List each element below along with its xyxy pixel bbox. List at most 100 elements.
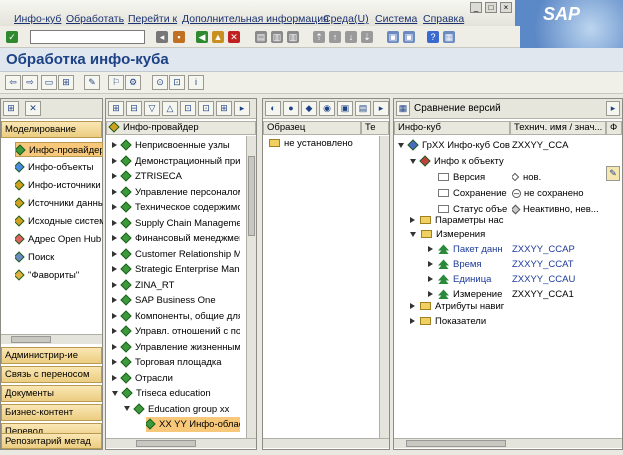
- expand-right-icon[interactable]: [428, 291, 433, 298]
- expand-right-icon[interactable]: [112, 173, 117, 180]
- tree-settings-icon[interactable]: ⊞: [216, 101, 232, 116]
- tree-node[interactable]: Education group xx: [124, 402, 240, 417]
- nav-item-source-systems[interactable]: Исходные системы: [15, 214, 103, 229]
- nav-section-admin[interactable]: Администрир-ие: [1, 347, 102, 364]
- nav-item-favorites[interactable]: "Фавориты": [15, 268, 103, 283]
- nav-section-metadata-repository[interactable]: Репозитарий метад: [1, 433, 102, 449]
- template-new-icon[interactable]: ◐: [265, 101, 281, 116]
- expand-right-icon[interactable]: [112, 297, 117, 304]
- template-settings-icon[interactable]: ▣: [337, 101, 353, 116]
- nav-item-infoprovider[interactable]: Инфо-провайдер: [15, 142, 103, 157]
- tree-filter-icon[interactable]: ▽: [144, 101, 160, 116]
- tree-node[interactable]: ZTRISECA: [112, 169, 240, 184]
- nav-section-modeling[interactable]: Моделирование: [1, 121, 102, 138]
- tree-expand-icon[interactable]: ⊞: [108, 101, 124, 116]
- tree-node[interactable]: Демонстрационный приме: [112, 154, 240, 169]
- version-compare-icon[interactable]: ▦: [396, 101, 410, 116]
- detail-row[interactable]: ГрХХ Инфо-куб Сов ZXXYY_CCA: [394, 138, 606, 153]
- tree-node[interactable]: Компоненты, общие для вс: [112, 309, 240, 324]
- activate-icon[interactable]: ⚐: [108, 75, 124, 90]
- menu-environment[interactable]: Среда(U): [323, 13, 369, 25]
- expand-right-icon[interactable]: [428, 246, 433, 253]
- template-vscrollbar[interactable]: [379, 136, 389, 438]
- nav-item-infoobjects[interactable]: Инфо-объекты: [15, 160, 103, 175]
- back-icon[interactable]: ◀: [196, 31, 208, 43]
- nav-forward-icon[interactable]: ⇨: [22, 75, 38, 90]
- next-page-icon[interactable]: ↓: [345, 31, 357, 43]
- expand-right-icon[interactable]: [112, 281, 117, 288]
- tree-node[interactable]: Customer Relationship Man: [112, 247, 240, 262]
- tree-node[interactable]: Управление персоналом: [112, 185, 240, 200]
- menu-system[interactable]: Система: [375, 13, 417, 25]
- template-more-icon[interactable]: ▸: [373, 101, 389, 116]
- nav-back-icon[interactable]: ⇦: [5, 75, 21, 90]
- tree-node[interactable]: Управл. отношений с поста: [112, 324, 240, 339]
- command-dropdown-icon[interactable]: ◂: [156, 31, 168, 43]
- tree-collapse-icon[interactable]: ⊟: [126, 101, 142, 116]
- detail-row[interactable]: Версия нов.: [394, 170, 606, 185]
- find-icon[interactable]: ▥: [271, 31, 283, 43]
- template-list-icon[interactable]: ▤: [355, 101, 371, 116]
- nav-item-search[interactable]: Поиск: [15, 250, 103, 265]
- expand-down-icon[interactable]: [410, 231, 416, 237]
- template-cube-icon[interactable]: ◆: [301, 101, 317, 116]
- find-next-icon[interactable]: ▥: [287, 31, 299, 43]
- template-row[interactable]: не установлено: [269, 136, 379, 151]
- expand-down-icon[interactable]: [124, 406, 130, 412]
- save-icon[interactable]: ▪: [173, 31, 185, 43]
- expand-down-icon[interactable]: [398, 142, 404, 148]
- detail-column-f[interactable]: Ф: [606, 121, 622, 135]
- enter-icon[interactable]: ✓: [6, 31, 18, 43]
- expand-right-icon[interactable]: [112, 312, 117, 319]
- detail-row[interactable]: Параметры нас: [394, 213, 606, 228]
- expand-right-icon[interactable]: [112, 204, 117, 211]
- detail-row[interactable]: Время ZXXYY_CCAT: [394, 257, 606, 272]
- expand-right-icon[interactable]: [112, 142, 117, 149]
- tree-node[interactable]: Торговая площадка: [112, 355, 240, 370]
- tree-find-icon[interactable]: ⊡: [180, 101, 196, 116]
- tree-node[interactable]: Strategic Enterprise Manage: [112, 262, 240, 277]
- nav-section-business-content[interactable]: Бизнес-контент: [1, 404, 102, 421]
- network-icon[interactable]: ⊡: [169, 75, 185, 90]
- expand-right-icon[interactable]: [112, 219, 117, 226]
- expand-right-icon[interactable]: [112, 250, 117, 257]
- nav-item-datasources[interactable]: Источники данных: [15, 196, 103, 211]
- command-field[interactable]: [30, 30, 145, 44]
- close-icon[interactable]: ×: [500, 2, 512, 13]
- help-icon[interactable]: ?: [427, 31, 439, 43]
- menu-help[interactable]: Справка: [423, 13, 464, 25]
- detail-row[interactable]: Показатели: [394, 314, 606, 329]
- check-icon[interactable]: ⚙: [125, 75, 141, 90]
- detail-row[interactable]: Единица ZXXYY_CCAU: [394, 272, 606, 287]
- template-hscrollbar[interactable]: [263, 438, 389, 448]
- tree-node[interactable]: SAP Business One: [112, 293, 240, 308]
- expand-right-icon[interactable]: [112, 343, 117, 350]
- detail-column-techname[interactable]: Технич. имя / знач...: [510, 121, 606, 135]
- nav-item-open-hub[interactable]: Адрес Open Hub: [15, 232, 103, 247]
- detail-edit-icon[interactable]: ✎: [606, 166, 620, 181]
- tree-up-icon[interactable]: △: [162, 101, 178, 116]
- last-page-icon[interactable]: ⇣: [361, 31, 373, 43]
- template-info-icon[interactable]: ●: [283, 101, 299, 116]
- expand-right-icon[interactable]: [112, 359, 117, 366]
- shortcut-icon[interactable]: ▣: [403, 31, 415, 43]
- menu-goto[interactable]: Перейти к: [128, 13, 177, 25]
- maximize-icon[interactable]: □: [485, 2, 497, 13]
- print-icon[interactable]: ▤: [255, 31, 267, 43]
- prev-page-icon[interactable]: ↑: [329, 31, 341, 43]
- expand-right-icon[interactable]: [112, 235, 117, 242]
- template-column-text[interactable]: Те: [361, 121, 389, 135]
- expand-right-icon[interactable]: [410, 217, 415, 224]
- tree-node[interactable]: Отрасли: [112, 371, 240, 386]
- layout-icon[interactable]: ▦: [443, 31, 455, 43]
- detail-column-infocube[interactable]: Инфо-куб: [394, 121, 510, 135]
- tree-node[interactable]: XX YY Инфо-област: [146, 417, 240, 432]
- tree-node[interactable]: ZINA_RT: [112, 278, 240, 293]
- menu-extras[interactable]: Дополнительная информация: [182, 13, 329, 25]
- info-icon[interactable]: i: [188, 75, 204, 90]
- tree-vscrollbar[interactable]: [246, 136, 256, 438]
- expand-down-icon[interactable]: [410, 158, 416, 164]
- detail-more-icon[interactable]: ▸: [606, 101, 620, 116]
- nav-item-infosources[interactable]: Инфо-источники: [15, 178, 103, 193]
- detail-row[interactable]: Пакет данн ZXXYY_CCAP: [394, 242, 606, 257]
